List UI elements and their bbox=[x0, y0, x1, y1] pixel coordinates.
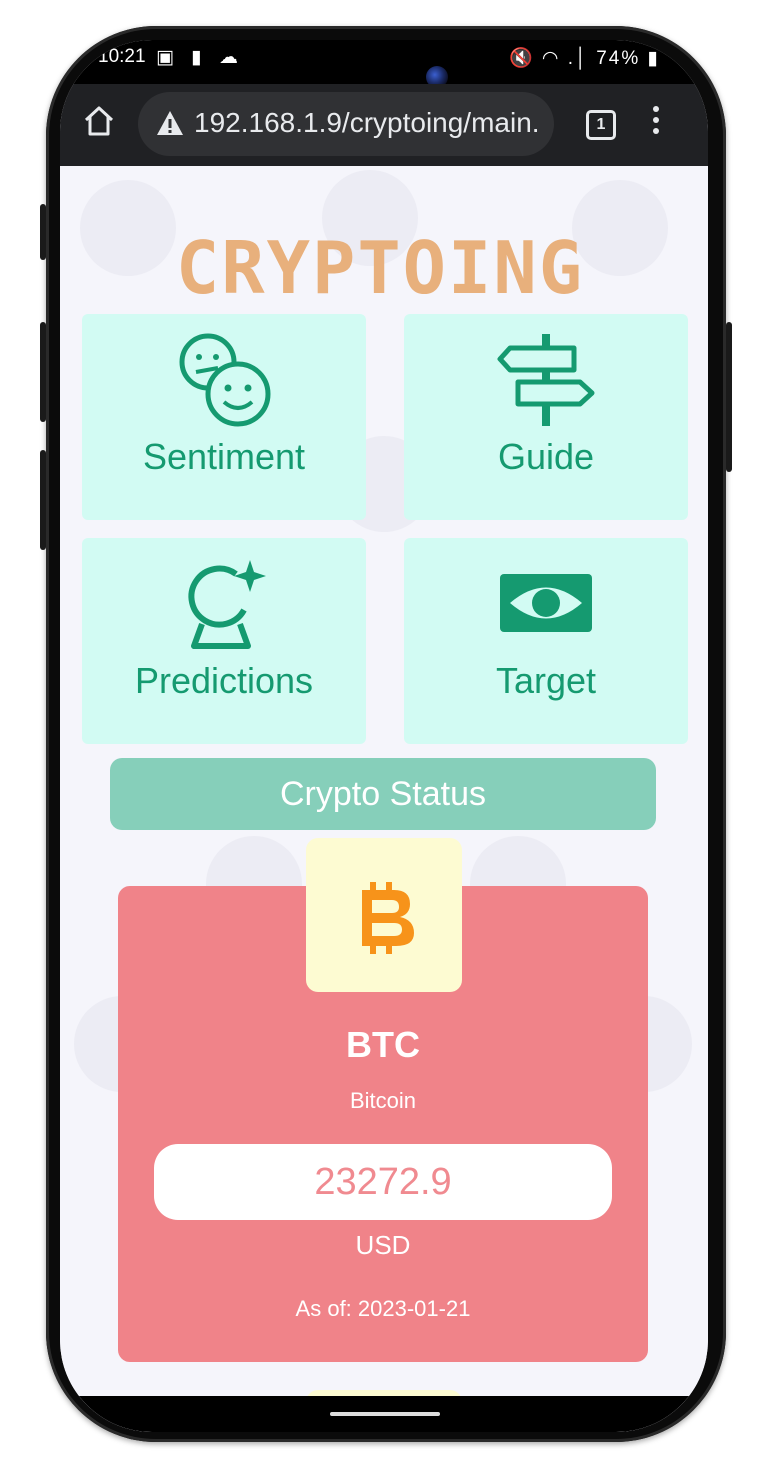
tile-guide[interactable]: Guide bbox=[404, 314, 688, 520]
home-icon[interactable] bbox=[82, 104, 116, 138]
system-status-icons: 🔇 ◠ .│ bbox=[508, 48, 589, 69]
browser-toolbar: 192.168.1.9/cryptoing/main. 1 bbox=[60, 84, 708, 166]
bitcoin-icon bbox=[362, 882, 414, 954]
tile-label: Predictions bbox=[134, 660, 314, 701]
coin-as-of-date: As of: 2023-01-21 bbox=[295, 1296, 471, 1321]
coin-price: 23272.9 bbox=[154, 1144, 612, 1220]
warning-icon bbox=[157, 111, 183, 135]
phone-side-button bbox=[726, 322, 732, 472]
url-text: 192.168.1.9/cryptoing/main. bbox=[194, 107, 540, 138]
status-right: 🔇 ◠ .│ 74% ▮ bbox=[509, 46, 660, 70]
phone-side-button bbox=[40, 322, 46, 422]
faces-icon bbox=[179, 333, 271, 427]
phone-screen: 10:21 ▣ ▮ ☁ 🔇 ◠ .│ 74% ▮ 192.168.1.9/cry… bbox=[60, 40, 708, 1432]
page-content: CRYPTOING Sentiment Guide Predictions Ta… bbox=[60, 166, 708, 1432]
tile-predictions[interactable]: Predictions bbox=[82, 538, 366, 744]
phone-side-button bbox=[40, 450, 46, 550]
gesture-handle[interactable] bbox=[330, 1412, 440, 1416]
phone-side-button bbox=[40, 204, 46, 260]
crypto-status-header: Crypto Status bbox=[110, 758, 656, 830]
coin-logo bbox=[306, 838, 462, 992]
status-time: 10:21 bbox=[98, 46, 146, 67]
address-bar[interactable]: 192.168.1.9/cryptoing/main. bbox=[138, 92, 554, 156]
coin-name: Bitcoin bbox=[349, 1088, 417, 1113]
signpost-icon bbox=[497, 334, 595, 426]
app-logo: CRYPTOING bbox=[175, 226, 585, 310]
notification-icons: ▣ ▮ ☁ bbox=[156, 47, 244, 68]
tile-label: Target bbox=[495, 660, 597, 701]
tile-label: Sentiment bbox=[142, 436, 306, 477]
battery-level: 74% bbox=[596, 48, 641, 69]
tab-switcher-button[interactable]: 1 bbox=[586, 110, 616, 140]
coin-currency: USD bbox=[355, 1230, 411, 1260]
battery-icon: ▮ bbox=[647, 48, 660, 69]
coin-symbol: BTC bbox=[346, 1024, 420, 1065]
crystal-ball-icon bbox=[188, 560, 266, 649]
money-icon bbox=[500, 574, 592, 632]
tile-target[interactable]: Target bbox=[404, 538, 688, 744]
tile-sentiment[interactable]: Sentiment bbox=[82, 314, 366, 520]
tile-label: Guide bbox=[497, 436, 595, 477]
more-menu-icon[interactable] bbox=[652, 106, 660, 142]
